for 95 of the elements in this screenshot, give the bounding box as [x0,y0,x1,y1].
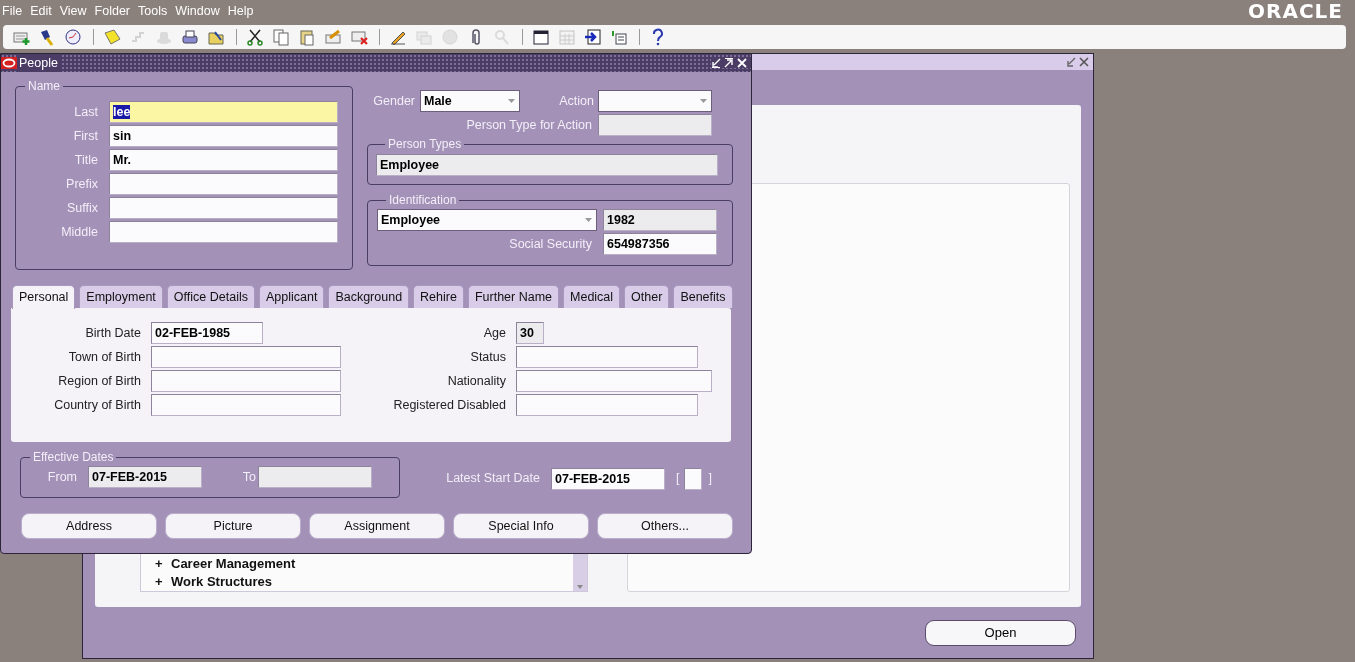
caret-icon [584,217,593,223]
menu-item[interactable]: Help [227,1,254,21]
field-label: To [241,468,256,486]
tab[interactable]: Rehire [413,285,464,308]
field-label: Social Security [508,235,592,253]
close-icon[interactable] [1079,57,1089,67]
eraser-icon[interactable] [324,28,342,46]
text-field[interactable] [151,370,341,392]
bracket-text: ] [708,470,712,488]
menu-item[interactable]: View [59,1,87,21]
field-label: Latest Start Date [445,470,540,488]
menu-item[interactable]: Tools [138,1,168,21]
field-label: Status [469,348,506,366]
action-button[interactable]: Picture [165,513,301,539]
field-label: Gender [372,92,415,110]
tab[interactable]: Benefits [673,285,733,308]
text-field[interactable] [151,394,341,416]
action-button[interactable]: Address [21,513,157,539]
scroll-down-icon[interactable] [575,583,585,591]
tab[interactable]: Further Name [467,285,560,308]
dropdown[interactable]: Employee [377,209,597,231]
group-label: Effective Dates [32,451,115,463]
group-label: Name [27,80,61,92]
field-label: Nationality [446,372,506,390]
field-label: Country of Birth [53,396,141,414]
bracket-text: [ [676,470,680,488]
logo-text: ORACLE [1248,0,1343,25]
text-field[interactable] [258,466,372,488]
group-label: Person Types [387,138,463,150]
scissors-icon[interactable] [246,28,264,46]
tab[interactable]: Medical [563,285,621,308]
text-field[interactable] [598,114,712,136]
field-label: Birth Date [84,324,141,342]
text-field[interactable] [109,197,338,219]
field-label: From [46,468,77,486]
text-field[interactable]: Employee [376,154,718,176]
tab[interactable]: Background [328,285,410,308]
action-button[interactable]: Others... [597,513,733,539]
field-label: Suffix [65,199,98,217]
text-field[interactable] [516,370,712,392]
text-field[interactable] [516,346,698,368]
text-field[interactable]: 07-FEB-2015 [551,467,665,490]
printer-icon[interactable] [181,28,199,46]
menu-item[interactable]: Edit [30,1,52,21]
delete-record-icon[interactable] [350,28,368,46]
text-field[interactable] [516,394,698,416]
field-label: Action [558,92,594,110]
field-label: Last [73,103,98,121]
tab[interactable]: Personal [12,285,76,309]
field-label: Age [482,324,506,342]
app-logo-icon [1,57,17,69]
text-field[interactable]: 30 [516,322,544,344]
field-label: Person Type for Action [465,116,592,134]
menu-item[interactable]: Window [175,1,220,21]
paste-icon[interactable] [298,28,316,46]
floppy-icon[interactable] [103,28,121,46]
dropdown[interactable]: Male [420,90,520,112]
text-field[interactable] [109,221,338,243]
field-label: Town of Birth [67,348,141,366]
text-field[interactable]: lee [109,101,338,123]
group-label: Identification [388,194,458,206]
text-field[interactable] [151,346,341,368]
open-button[interactable]: Open [925,620,1076,646]
text-field[interactable] [109,173,338,195]
text-field[interactable] [684,467,703,490]
tree-item[interactable]: + Work Structures [155,573,272,591]
field-label: Region of Birth [57,372,141,390]
field-label: Middle [60,223,98,241]
action-button[interactable]: Special Info [453,513,589,539]
tab[interactable]: Other [624,285,670,308]
field-label: Title [73,151,98,169]
field-label: Registered Disabled [392,396,506,414]
text-field[interactable]: 1982 [603,209,717,231]
tab[interactable]: Office Details [166,285,255,308]
tab[interactable]: Employment [79,285,163,308]
action-button[interactable]: Assignment [309,513,445,539]
menu-item[interactable]: Folder [94,1,130,21]
copy-icon[interactable] [272,28,290,46]
field-label: First [72,127,98,145]
flashlight-icon[interactable] [38,28,56,46]
menu-item[interactable]: File [2,1,23,21]
tab[interactable]: Applicant [258,285,325,308]
list-icon[interactable] [610,28,628,46]
text-field[interactable]: 02-FEB-1985 [151,322,263,344]
text-field[interactable]: 654987356 [603,233,717,255]
field-label: Prefix [65,175,98,193]
calendar-icon[interactable] [532,28,550,46]
text-field[interactable]: Mr. [109,149,338,171]
tree-item[interactable]: + Career Management [155,555,296,573]
window-title: People [17,53,62,73]
text-field[interactable]: sin [109,125,338,147]
maximize-icon[interactable] [724,58,734,68]
clock-icon[interactable] [64,28,82,46]
text-field[interactable]: 07-FEB-2015 [88,466,202,488]
dropdown[interactable] [598,90,712,112]
